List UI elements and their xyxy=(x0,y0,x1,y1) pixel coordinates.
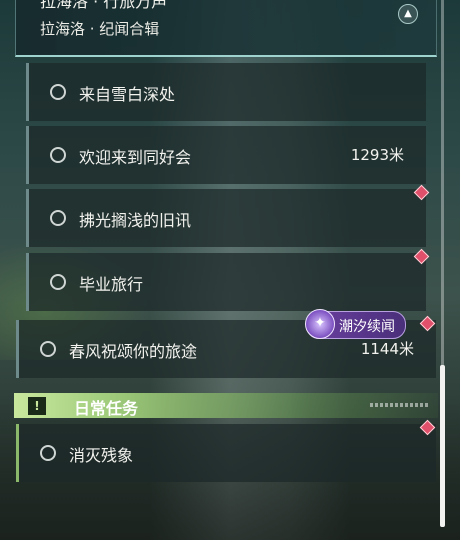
quest-label: 拂光搁浅的旧讯 xyxy=(79,211,192,230)
daily-section-header[interactable]: ! 日常任务 xyxy=(14,393,438,418)
quest-accent-bar xyxy=(16,424,19,482)
quest-label: 毕业旅行 xyxy=(79,275,144,294)
chevron-up-icon[interactable]: ▲ xyxy=(398,4,418,24)
exclamation-icon: ! xyxy=(28,397,46,415)
series-title: 拉海洛 · 行旅万声 xyxy=(40,0,168,11)
tide-swirl-icon: ✦ xyxy=(305,309,335,339)
daily-quest-item[interactable]: 消灭残象 xyxy=(16,424,436,482)
scrollbar-thumb[interactable] xyxy=(440,365,445,527)
quest-accent-bar xyxy=(16,320,19,378)
quest-status-circle-icon xyxy=(50,147,66,163)
quest-accent-bar xyxy=(26,63,29,121)
quest-distance: 1144米 xyxy=(360,340,414,358)
quest-label: 消灭残象 xyxy=(69,446,134,465)
header-decoration xyxy=(370,403,430,407)
quest-status-circle-icon xyxy=(50,84,66,100)
quest-status-circle-icon xyxy=(40,341,56,357)
quest-label: 来自雪白深处 xyxy=(79,85,176,104)
quest-series-header[interactable]: 拉海洛 · 行旅万声 拉海洛 · 纪闻合辑 ▲ xyxy=(15,0,437,57)
quest-status-circle-icon xyxy=(40,445,56,461)
quest-item[interactable]: 来自雪白深处 xyxy=(26,63,426,121)
quest-distance: 1293米 xyxy=(350,146,404,164)
series-subtitle: 拉海洛 · 纪闻合辑 xyxy=(40,20,160,38)
daily-section-title: 日常任务 xyxy=(74,399,139,418)
quest-accent-bar xyxy=(26,253,29,311)
quest-item[interactable]: 欢迎来到同好会 1293米 xyxy=(26,126,426,184)
quest-status-circle-icon xyxy=(50,274,66,290)
quest-accent-bar xyxy=(26,126,29,184)
quest-label: 春风祝颂你的旅途 xyxy=(69,342,198,361)
quest-status-circle-icon xyxy=(50,210,66,226)
quest-item[interactable]: 毕业旅行 xyxy=(26,253,426,311)
quest-accent-bar xyxy=(26,189,29,247)
quest-label: 欢迎来到同好会 xyxy=(79,148,192,167)
quest-item[interactable]: 拂光搁浅的旧讯 xyxy=(26,189,426,247)
tide-news-badge[interactable]: ✦ 潮汐续闻 xyxy=(305,309,406,339)
tide-badge-label: 潮汐续闻 xyxy=(339,319,395,335)
